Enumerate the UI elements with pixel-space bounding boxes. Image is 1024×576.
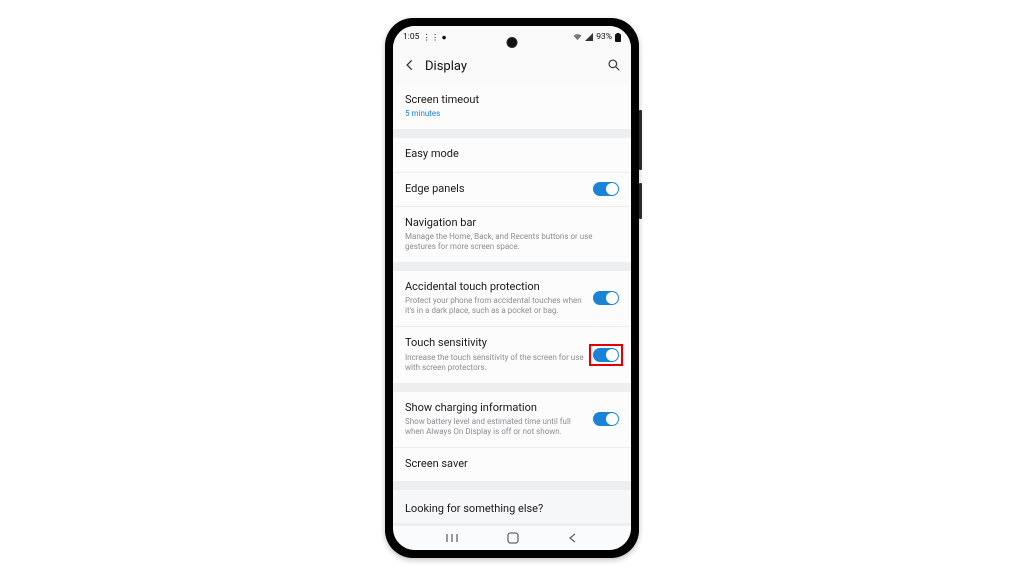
app-header: Display: [393, 48, 631, 84]
status-time: 1:05: [403, 32, 419, 42]
toggle-accidental-touch[interactable]: [593, 291, 619, 305]
row-label: Touch sensitivity: [405, 336, 585, 350]
row-edge-panels[interactable]: Edge panels: [393, 172, 631, 206]
volume-button: [639, 110, 642, 170]
row-label: Edge panels: [405, 182, 585, 196]
row-label: Screen saver: [405, 457, 619, 471]
row-screen-saver[interactable]: Screen saver: [393, 447, 631, 481]
android-nav-bar: [393, 526, 631, 550]
row-value: 5 minutes: [405, 109, 619, 119]
toggle-touch-sensitivity[interactable]: [593, 348, 619, 362]
home-icon[interactable]: [506, 531, 520, 545]
power-button: [639, 183, 642, 219]
settings-list[interactable]: Screen timeout 5 minutes Easy mode Edge …: [393, 84, 631, 526]
status-indicator-icon: ⋮⋮ ●: [422, 32, 446, 43]
wifi-icon: [573, 33, 582, 41]
row-label: Easy mode: [405, 147, 619, 161]
settings-group: Accidental touch protection Protect your…: [393, 271, 631, 383]
settings-group: Easy mode Edge panels Navigation bar Man…: [393, 138, 631, 262]
battery-icon: [615, 33, 621, 42]
row-sub: Increase the touch sensitivity of the sc…: [405, 353, 585, 373]
signal-icon: [585, 33, 593, 41]
back-nav-icon[interactable]: [567, 532, 579, 544]
row-easy-mode[interactable]: Easy mode: [393, 138, 631, 171]
front-camera: [508, 38, 517, 47]
row-label: Show charging information: [405, 401, 585, 415]
phone-frame: 1:05 ⋮⋮ ● 93% Display: [385, 18, 639, 558]
search-icon[interactable]: [607, 57, 621, 76]
settings-group: Show charging information Show battery l…: [393, 392, 631, 482]
row-charging-info[interactable]: Show charging information Show battery l…: [393, 392, 631, 447]
page-title: Display: [425, 59, 599, 74]
settings-group: Screen timeout 5 minutes: [393, 84, 631, 129]
row-label: Screen timeout: [405, 93, 619, 107]
toggle-edge-panels[interactable]: [593, 182, 619, 196]
row-navigation-bar[interactable]: Navigation bar Manage the Home, Back, an…: [393, 206, 631, 262]
tutorial-highlight-box: [589, 344, 623, 366]
row-sub: Protect your phone from accidental touch…: [405, 296, 585, 316]
battery-percent: 93%: [596, 32, 612, 42]
row-sub: Show battery level and estimated time un…: [405, 417, 585, 437]
row-accidental-touch[interactable]: Accidental touch protection Protect your…: [393, 271, 631, 326]
back-icon[interactable]: [403, 57, 417, 76]
row-label: Navigation bar: [405, 216, 619, 230]
phone-screen: 1:05 ⋮⋮ ● 93% Display: [393, 26, 631, 550]
toggle-charging-info[interactable]: [593, 412, 619, 426]
row-touch-sensitivity[interactable]: Touch sensitivity Increase the touch sen…: [393, 326, 631, 382]
row-label: Accidental touch protection: [405, 280, 585, 294]
footer-prompt: Looking for something else?: [393, 490, 631, 523]
row-screen-timeout[interactable]: Screen timeout 5 minutes: [393, 84, 631, 129]
recents-icon[interactable]: [445, 532, 459, 544]
row-sub: Manage the Home, Back, and Recents butto…: [405, 232, 619, 252]
